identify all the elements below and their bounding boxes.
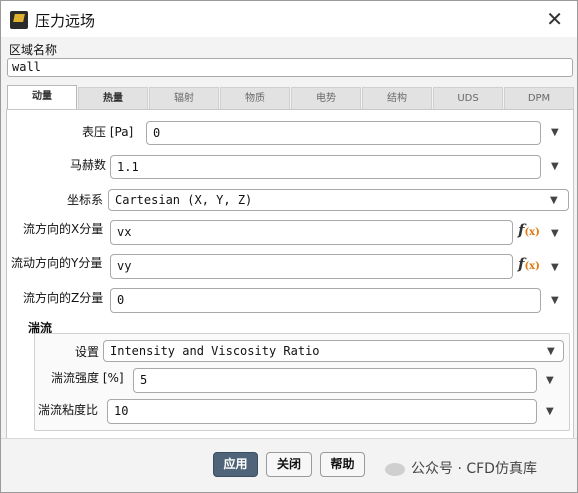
z-direction-input[interactable]: 0: [110, 288, 541, 313]
viscosity-ratio-label: 湍流粘度比: [38, 403, 99, 417]
function-icon[interactable]: f(x): [518, 221, 540, 239]
tab-uds[interactable]: UDS: [433, 87, 503, 109]
zone-name-label: 区域名称: [9, 43, 58, 57]
mach-input[interactable]: 1.1: [110, 155, 541, 179]
pressure-far-field-dialog: 压力远场 ✕ 区域名称 wall 动量 热量 辐射 物质 电势 结构 UDS D…: [0, 0, 578, 493]
viscosity-ratio-input[interactable]: 10: [107, 399, 537, 424]
footer-divider: [1, 438, 577, 439]
gauge-pressure-input[interactable]: 0: [146, 121, 541, 145]
close-icon[interactable]: ✕: [546, 7, 563, 31]
coord-system-label: 坐标系: [67, 193, 104, 207]
x-direction-label: 流方向的X分量: [23, 222, 104, 236]
y-direction-input[interactable]: vy: [110, 254, 513, 279]
turbulence-intensity-label: 湍流强度 [%]: [51, 371, 124, 385]
tab-thermal[interactable]: 热量: [78, 87, 148, 109]
turbulence-method-label: 设置: [75, 345, 100, 359]
y-direction-label: 流动方向的Y分量: [11, 256, 103, 270]
mach-label: 马赫数: [70, 158, 107, 172]
chevron-down-icon[interactable]: ▼: [551, 295, 559, 306]
watermark: 公众号 · CFD仿真库: [385, 458, 537, 478]
chevron-down-icon[interactable]: ▼: [551, 127, 559, 138]
help-button[interactable]: 帮助: [320, 452, 365, 477]
chevron-down-icon[interactable]: ▼: [546, 406, 554, 417]
close-button[interactable]: 关闭: [266, 452, 312, 477]
function-icon[interactable]: f(x): [518, 255, 540, 273]
tab-momentum[interactable]: 动量: [7, 85, 77, 109]
apply-button[interactable]: 应用: [213, 452, 258, 477]
watermark-text: 公众号 · CFD仿真库: [411, 461, 537, 477]
coord-system-select[interactable]: Cartesian (X, Y, Z): [108, 189, 569, 211]
turbulence-intensity-input[interactable]: 5: [133, 368, 537, 393]
tab-dpm[interactable]: DPM: [504, 87, 574, 109]
chevron-down-icon[interactable]: ▼: [551, 262, 559, 273]
zone-name-input[interactable]: wall: [7, 58, 573, 77]
x-direction-input[interactable]: vx: [110, 220, 513, 245]
chevron-down-icon[interactable]: ▼: [547, 346, 555, 357]
window-title: 压力远场: [35, 12, 96, 30]
chevron-down-icon[interactable]: ▼: [546, 375, 554, 386]
tab-radiation[interactable]: 辐射: [149, 87, 219, 109]
tab-bar: 动量 热量 辐射 物质 电势 结构 UDS DPM: [7, 85, 574, 109]
gauge-pressure-label: 表压 [Pa]: [82, 125, 134, 139]
title-bar: 压力远场 ✕: [1, 1, 577, 37]
tab-species[interactable]: 物质: [220, 87, 290, 109]
tab-potential[interactable]: 电势: [291, 87, 361, 109]
wechat-icon: [385, 462, 405, 476]
chevron-down-icon[interactable]: ▼: [550, 195, 558, 206]
turbulence-method-select[interactable]: Intensity and Viscosity Ratio: [103, 340, 564, 362]
chevron-down-icon[interactable]: ▼: [551, 161, 559, 172]
chevron-down-icon[interactable]: ▼: [551, 228, 559, 239]
app-icon: [10, 11, 28, 29]
tab-structure[interactable]: 结构: [362, 87, 432, 109]
z-direction-label: 流方向的Z分量: [23, 291, 104, 305]
